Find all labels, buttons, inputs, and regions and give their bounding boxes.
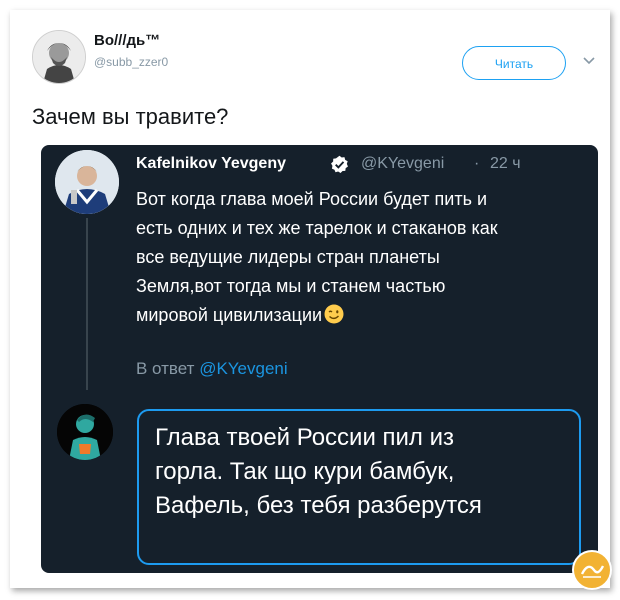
- site-logo-watermark: [572, 550, 612, 590]
- quoted-timestamp[interactable]: 22 ч: [490, 155, 521, 173]
- chevron-down-icon[interactable]: [581, 55, 597, 67]
- author-name[interactable]: Во///дь™: [94, 32, 160, 49]
- reply-text-line: горла. Так що кури бамбук,: [155, 458, 455, 485]
- verified-badge-icon: [331, 155, 348, 174]
- quoted-author-avatar[interactable]: [55, 150, 119, 214]
- reply-tweet-text: Глава твоей России пил из горла. Так що …: [155, 421, 575, 523]
- quoted-text-line: есть одних и тех же тарелок и стаканов к…: [136, 218, 498, 238]
- tweet-screenshot-frame: Во///дь™ @subb_zzer0 Читать Зачем вы тра…: [10, 10, 612, 590]
- quoted-text-line: Вот когда глава моей России будет пить и: [136, 189, 488, 209]
- tweet-text: Зачем вы травите?: [32, 104, 229, 129]
- quoted-text-line: мировой цивилизации: [136, 305, 323, 325]
- quoted-thread-screenshot: Kafelnikov Yevgeny @KYevgeni · 22 ч Вот …: [41, 145, 598, 573]
- quoted-text-last-line: мировой цивилизации: [136, 301, 576, 330]
- follow-button[interactable]: Читать: [462, 46, 566, 80]
- thread-connector-line: [86, 218, 88, 390]
- author-avatar[interactable]: [32, 30, 86, 84]
- quoted-text-line: Земля,вот тогда мы и станем частью: [136, 276, 446, 296]
- reply-to-handle-link[interactable]: @KYevgeni: [199, 359, 287, 378]
- reply-text-line: Вафель, без тебя разберутся: [155, 492, 482, 519]
- reply-author-avatar[interactable]: [57, 404, 113, 460]
- quoted-tweet-text: Вот когда глава моей России будет пить и…: [136, 185, 576, 330]
- quoted-author-handle[interactable]: @KYevgeni: [361, 155, 444, 173]
- reply-to-label: В ответ: [136, 359, 195, 378]
- winking-face-emoji-icon: [324, 304, 344, 324]
- quoted-author-name[interactable]: Kafelnikov Yevgeny: [136, 155, 286, 173]
- meta-separator: ·: [474, 155, 480, 172]
- author-handle[interactable]: @subb_zzer0: [94, 55, 168, 69]
- reply-author-avatar-drawing: [57, 404, 113, 460]
- reply-text-line: Глава твоей России пил из: [155, 424, 455, 451]
- quoted-author-avatar-drawing: [55, 150, 119, 214]
- reply-to-indicator: В ответ @KYevgeni: [136, 359, 288, 379]
- watermark-logo-drawing: [576, 554, 608, 586]
- author-avatar-drawing: [33, 31, 85, 83]
- quoted-text-line: все ведущие лидеры стран планеты: [136, 247, 440, 267]
